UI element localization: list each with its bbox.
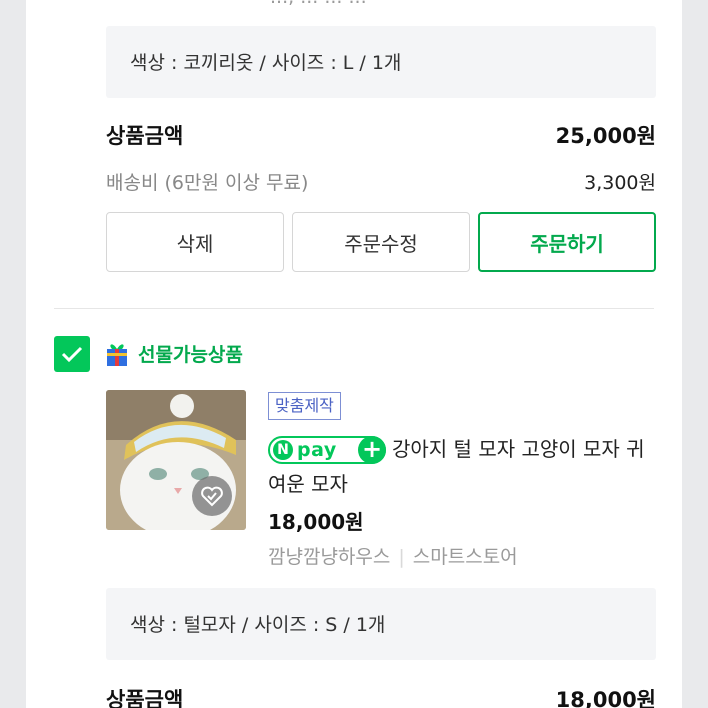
checkmark-icon bbox=[61, 346, 83, 363]
divider bbox=[54, 308, 654, 309]
edit-order-button[interactable]: 주문수정 bbox=[292, 212, 470, 272]
cart-card: ..., ... ... ... 색상 : 코끼리옷 / 사이즈 : L / 1… bbox=[26, 0, 682, 708]
npay-badge: N pay + bbox=[268, 436, 386, 464]
product-amount-label: 상품금액 bbox=[106, 124, 184, 148]
option-text: 색상 : 코끼리옷 / 사이즈 : L / 1개 bbox=[130, 52, 402, 74]
npay-n-icon: N bbox=[273, 440, 293, 460]
order-button[interactable]: 주문하기 bbox=[478, 212, 656, 272]
wishlist-button[interactable] bbox=[192, 476, 232, 516]
cropped-text: ..., ... ... ... bbox=[270, 0, 367, 8]
seller-name[interactable]: 깜냥깜냥하우스 bbox=[268, 546, 390, 568]
product-amount-value: 25,000원 bbox=[555, 124, 656, 148]
seller-info: 깜냥깜냥하우스 | 스마트스토어 bbox=[268, 542, 518, 569]
shipping-value: 3,300원 bbox=[584, 172, 656, 194]
npay-text: pay bbox=[297, 439, 337, 461]
product-amount-value: 18,000원 bbox=[555, 688, 656, 708]
shipping-label: 배송비 (6만원 이상 무료) bbox=[106, 172, 309, 194]
item-checkbox[interactable] bbox=[54, 336, 90, 372]
gift-available-label: 선물가능상품 bbox=[138, 344, 243, 366]
heart-icon bbox=[201, 486, 223, 507]
custom-made-badge: 맞춤제작 bbox=[268, 392, 341, 420]
product-price: 18,000원 bbox=[268, 510, 364, 534]
delete-button[interactable]: 삭제 bbox=[106, 212, 284, 272]
option-box: 색상 : 코끼리옷 / 사이즈 : L / 1개 bbox=[106, 26, 656, 98]
npay-plus-icon: + bbox=[358, 436, 386, 464]
option-text: 색상 : 털모자 / 사이즈 : S / 1개 bbox=[130, 614, 386, 636]
product-thumbnail[interactable] bbox=[106, 390, 246, 530]
store-type: 스마트스토어 bbox=[412, 546, 518, 568]
gift-icon bbox=[107, 344, 127, 366]
separator: | bbox=[398, 546, 405, 568]
product-amount-label: 상품금액 bbox=[106, 688, 184, 708]
option-box: 색상 : 털모자 / 사이즈 : S / 1개 bbox=[106, 588, 656, 660]
